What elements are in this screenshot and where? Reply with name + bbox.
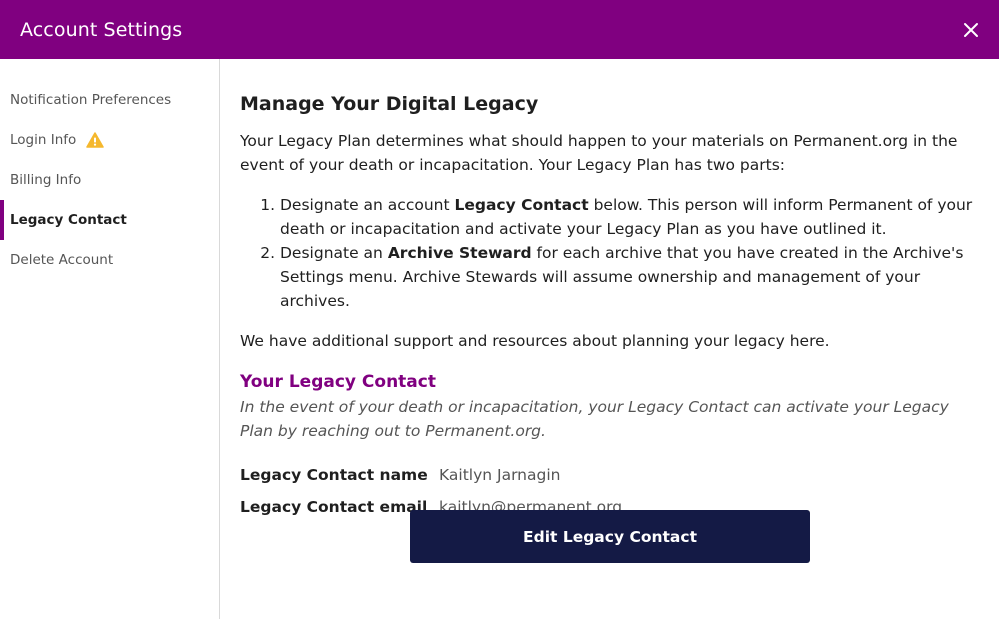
legacy-contact-section-title: Your Legacy Contact xyxy=(240,372,436,392)
contact-name-label: Legacy Contact name xyxy=(240,466,428,484)
sidebar-item-label: Login Info xyxy=(10,132,77,148)
close-icon xyxy=(964,22,978,37)
step-bold-term: Archive Steward xyxy=(387,244,532,262)
sidebar-item-label: Billing Info xyxy=(10,172,82,188)
sidebar-item-notification-preferences[interactable]: Notification Preferences xyxy=(0,80,219,120)
sidebar-item-label: Notification Preferences xyxy=(10,92,172,108)
legacy-steps-list: Designate an account Legacy Contact belo… xyxy=(240,193,985,313)
step-text-before: Designate an xyxy=(280,244,388,262)
close-button[interactable] xyxy=(957,16,985,44)
dialog-title: Account Settings xyxy=(20,18,183,41)
step-bold-term: Legacy Contact xyxy=(454,196,589,214)
legacy-content: Manage Your Digital Legacy Your Legacy P… xyxy=(240,59,985,563)
settings-header: Account Settings xyxy=(0,0,999,59)
step-text-before: Designate an account xyxy=(280,196,455,214)
sidebar-item-legacy-contact[interactable]: Legacy Contact xyxy=(0,200,219,240)
sidebar-item-label: Legacy Contact xyxy=(10,212,127,228)
contact-name-value: Kaitlyn Jarnagin xyxy=(439,466,561,484)
intro-text: Your Legacy Plan determines what should … xyxy=(240,132,958,174)
support-text: We have additional support and resources… xyxy=(240,332,830,350)
contact-name-row: Legacy Contact name Kaitlyn Jarnagin xyxy=(240,459,985,491)
legacy-contact-description: In the event of your death or incapacita… xyxy=(240,398,949,440)
list-item: Designate an Archive Steward for each ar… xyxy=(280,241,985,313)
edit-legacy-contact-button[interactable]: Edit Legacy Contact xyxy=(410,510,810,563)
page-title: Manage Your Digital Legacy xyxy=(240,93,539,115)
settings-sidebar: Notification Preferences Login Info Bill… xyxy=(0,59,220,619)
sidebar-item-login-info[interactable]: Login Info xyxy=(0,120,219,160)
list-item: Designate an account Legacy Contact belo… xyxy=(280,193,985,241)
sidebar-item-label: Delete Account xyxy=(10,252,114,268)
sidebar-item-delete-account[interactable]: Delete Account xyxy=(0,240,219,280)
warning-icon xyxy=(86,132,105,148)
sidebar-item-billing-info[interactable]: Billing Info xyxy=(0,160,219,200)
